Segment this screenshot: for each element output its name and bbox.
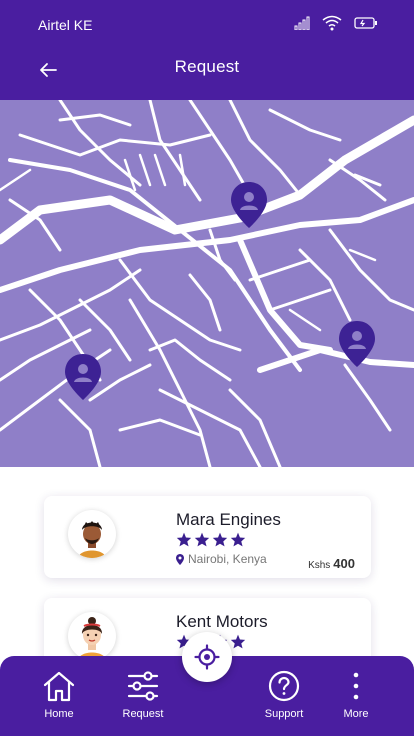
nav-request[interactable]: Request (108, 670, 178, 720)
nav-label: Request (122, 708, 164, 720)
locate-button[interactable] (182, 632, 232, 682)
rating-stars (176, 532, 246, 547)
locate-icon (194, 644, 220, 670)
map-pin-icon (176, 553, 184, 565)
star-icon (230, 532, 246, 547)
battery-icon (354, 17, 377, 29)
woman-avatar-icon (78, 617, 106, 660)
provider-name: Mara Engines (176, 510, 281, 529)
nav-label: Support (264, 708, 304, 720)
location-pin-icon[interactable] (229, 180, 269, 230)
status-bar: Airtel KE (0, 0, 414, 50)
location-pin-icon[interactable] (63, 352, 103, 402)
provider-card[interactable]: Mara Engines Nairobi, Kenya Kshs 400 (44, 496, 371, 578)
sliders-icon (127, 671, 159, 701)
location-pin-icon[interactable] (337, 319, 377, 369)
help-circle-icon (268, 670, 300, 702)
star-icon (212, 532, 228, 547)
nav-label: More (343, 708, 369, 720)
nav-home[interactable]: Home (24, 670, 94, 720)
more-vertical-icon (353, 672, 359, 700)
star-icon (230, 634, 246, 649)
home-icon (43, 671, 75, 702)
map-roads (0, 100, 414, 467)
wifi-icon (322, 15, 342, 31)
map-view[interactable] (0, 100, 414, 467)
star-icon (194, 532, 210, 547)
location-text: Nairobi, Kenya (188, 552, 267, 566)
provider-name: Kent Motors (176, 612, 268, 631)
nav-more[interactable]: More (321, 670, 391, 720)
provider-location: Nairobi, Kenya (176, 552, 267, 566)
signal-icon (294, 16, 310, 30)
price-currency: Kshs (308, 560, 331, 571)
man-avatar-icon (78, 521, 106, 558)
avatar (68, 612, 116, 660)
star-icon (176, 532, 192, 547)
nav-support[interactable]: Support (249, 670, 319, 720)
price-value: 400 (333, 556, 355, 571)
price: Kshs 400 (308, 556, 355, 571)
status-icons (294, 15, 378, 31)
app-header: Request (0, 50, 414, 100)
avatar (68, 510, 116, 558)
page-title: Request (174, 57, 240, 76)
nav-label: Home (44, 708, 74, 720)
carrier-name: Airtel KE (38, 17, 93, 33)
